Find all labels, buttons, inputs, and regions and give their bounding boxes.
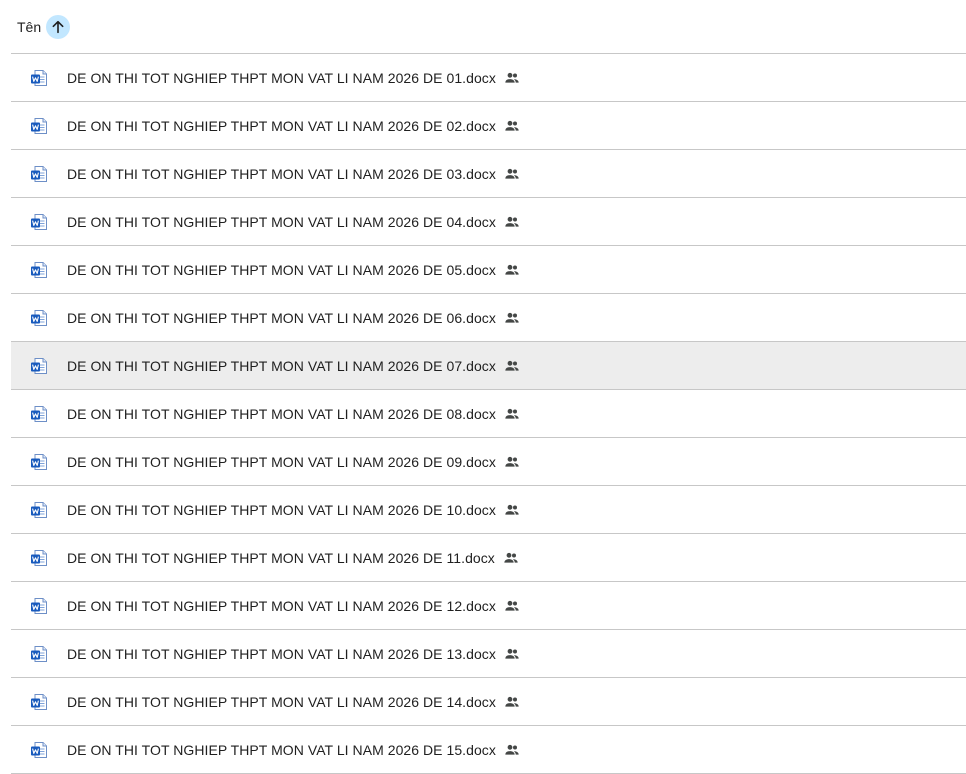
word-doc-icon	[30, 261, 48, 279]
file-name: DE ON THI TOT NGHIEP THPT MON VAT LI NAM…	[67, 453, 496, 470]
shared-people-icon	[504, 646, 520, 662]
shared-people-icon	[504, 70, 520, 86]
file-row-06[interactable]: DE ON THI TOT NGHIEP THPT MON VAT LI NAM…	[11, 294, 966, 342]
file-row-01[interactable]: DE ON THI TOT NGHIEP THPT MON VAT LI NAM…	[11, 54, 966, 102]
file-name: DE ON THI TOT NGHIEP THPT MON VAT LI NAM…	[67, 405, 496, 422]
file-row-15[interactable]: DE ON THI TOT NGHIEP THPT MON VAT LI NAM…	[11, 726, 966, 774]
file-row-14[interactable]: DE ON THI TOT NGHIEP THPT MON VAT LI NAM…	[11, 678, 966, 726]
word-doc-icon	[30, 693, 48, 711]
word-doc-icon	[30, 741, 48, 759]
shared-people-icon	[504, 694, 520, 710]
word-doc-icon	[30, 117, 48, 135]
file-row-11[interactable]: DE ON THI TOT NGHIEP THPT MON VAT LI NAM…	[11, 534, 966, 582]
file-list: Tên DE ON THI TOT NGHIEP THPT MON VAT LI…	[11, 0, 966, 774]
file-row-04[interactable]: DE ON THI TOT NGHIEP THPT MON VAT LI NAM…	[11, 198, 966, 246]
shared-people-icon	[504, 262, 520, 278]
shared-people-icon	[504, 742, 520, 758]
list-header: Tên	[11, 0, 966, 54]
word-doc-icon	[30, 309, 48, 327]
word-doc-icon	[30, 165, 48, 183]
name-column-header[interactable]: Tên	[17, 19, 41, 35]
word-doc-icon	[30, 453, 48, 471]
file-name: DE ON THI TOT NGHIEP THPT MON VAT LI NAM…	[67, 213, 496, 230]
file-name: DE ON THI TOT NGHIEP THPT MON VAT LI NAM…	[67, 501, 496, 518]
file-row-12[interactable]: DE ON THI TOT NGHIEP THPT MON VAT LI NAM…	[11, 582, 966, 630]
shared-people-icon	[504, 214, 520, 230]
file-row-13[interactable]: DE ON THI TOT NGHIEP THPT MON VAT LI NAM…	[11, 630, 966, 678]
file-name: DE ON THI TOT NGHIEP THPT MON VAT LI NAM…	[67, 261, 496, 278]
file-name: DE ON THI TOT NGHIEP THPT MON VAT LI NAM…	[67, 549, 495, 566]
shared-people-icon	[504, 454, 520, 470]
shared-people-icon	[504, 358, 520, 374]
file-row-07[interactable]: DE ON THI TOT NGHIEP THPT MON VAT LI NAM…	[11, 342, 966, 390]
file-row-05[interactable]: DE ON THI TOT NGHIEP THPT MON VAT LI NAM…	[11, 246, 966, 294]
file-row-10[interactable]: DE ON THI TOT NGHIEP THPT MON VAT LI NAM…	[11, 486, 966, 534]
arrow-up-icon	[52, 20, 64, 33]
file-name: DE ON THI TOT NGHIEP THPT MON VAT LI NAM…	[67, 741, 496, 758]
sort-button[interactable]	[46, 14, 71, 39]
word-doc-icon	[30, 645, 48, 663]
shared-people-icon	[504, 166, 520, 182]
shared-people-icon	[503, 550, 519, 566]
word-doc-icon	[30, 549, 48, 567]
shared-people-icon	[504, 598, 520, 614]
word-doc-icon	[30, 405, 48, 423]
file-name: DE ON THI TOT NGHIEP THPT MON VAT LI NAM…	[67, 69, 496, 86]
file-name: DE ON THI TOT NGHIEP THPT MON VAT LI NAM…	[67, 645, 496, 662]
word-doc-icon	[30, 501, 48, 519]
file-name: DE ON THI TOT NGHIEP THPT MON VAT LI NAM…	[67, 165, 496, 182]
word-doc-icon	[30, 597, 48, 615]
file-row-09[interactable]: DE ON THI TOT NGHIEP THPT MON VAT LI NAM…	[11, 438, 966, 486]
shared-people-icon	[504, 502, 520, 518]
file-row-02[interactable]: DE ON THI TOT NGHIEP THPT MON VAT LI NAM…	[11, 102, 966, 150]
file-row-08[interactable]: DE ON THI TOT NGHIEP THPT MON VAT LI NAM…	[11, 390, 966, 438]
shared-people-icon	[504, 406, 520, 422]
file-name: DE ON THI TOT NGHIEP THPT MON VAT LI NAM…	[67, 693, 496, 710]
file-name: DE ON THI TOT NGHIEP THPT MON VAT LI NAM…	[67, 117, 496, 134]
word-doc-icon	[30, 69, 48, 87]
file-row-03[interactable]: DE ON THI TOT NGHIEP THPT MON VAT LI NAM…	[11, 150, 966, 198]
shared-people-icon	[504, 118, 520, 134]
file-name: DE ON THI TOT NGHIEP THPT MON VAT LI NAM…	[67, 309, 496, 326]
file-name: DE ON THI TOT NGHIEP THPT MON VAT LI NAM…	[67, 597, 496, 614]
shared-people-icon	[504, 310, 520, 326]
word-doc-icon	[30, 213, 48, 231]
file-rows: DE ON THI TOT NGHIEP THPT MON VAT LI NAM…	[11, 54, 966, 774]
word-doc-icon	[30, 357, 48, 375]
file-name: DE ON THI TOT NGHIEP THPT MON VAT LI NAM…	[67, 357, 496, 374]
